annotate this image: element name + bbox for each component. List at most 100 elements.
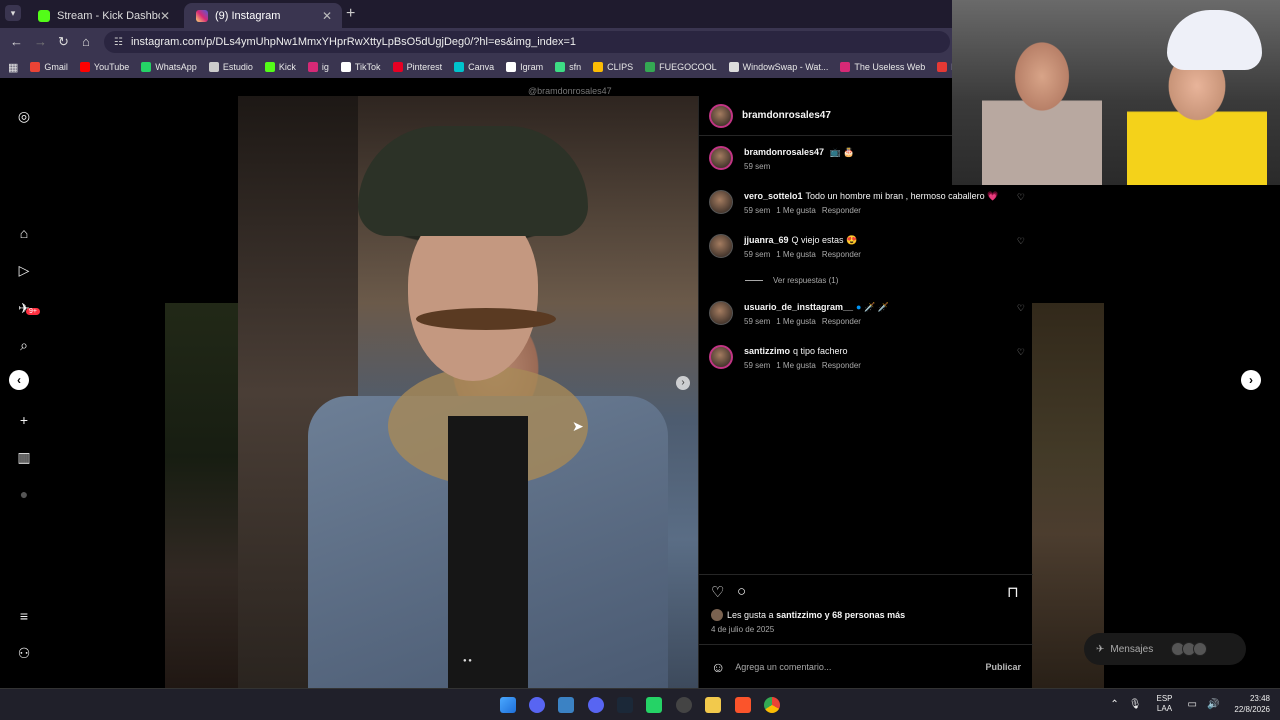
bookmark-label: TikTok: [354, 62, 381, 72]
bookmark-youtube[interactable]: YouTube: [79, 62, 130, 72]
commenter-avatar[interactable]: [709, 345, 733, 369]
file-explorer-icon[interactable]: [705, 697, 721, 713]
notification-badge: 9+: [26, 308, 40, 315]
commenter-avatar[interactable]: [709, 301, 733, 325]
author-username[interactable]: bramdonrosales47: [742, 110, 831, 121]
steam-icon[interactable]: [617, 697, 633, 713]
bookmark-ig[interactable]: ig: [307, 62, 329, 72]
bookmark-label: CLIPS: [607, 62, 634, 72]
reels-icon[interactable]: ▷: [16, 262, 32, 278]
comment-text: 🗡️ 🗡️: [864, 302, 889, 312]
tab-title: (9) Instagram: [215, 9, 281, 22]
whatsapp-icon[interactable]: [646, 697, 662, 713]
forward-arrow-icon[interactable]: →: [34, 34, 47, 49]
previous-post-button[interactable]: ‹: [9, 370, 29, 390]
tab-close-icon[interactable]: ✕: [322, 9, 332, 23]
comment-username[interactable]: bramdonrosales47: [744, 147, 824, 157]
bookmark-estudio[interactable]: Estudio: [208, 62, 253, 72]
like-comment-heart-icon[interactable]: ♡: [1017, 192, 1025, 203]
address-bar[interactable]: ☷ instagram.com/p/DLs4ymUhpNw1MmxYHprRwX…: [104, 31, 950, 53]
like-comment-heart-icon[interactable]: ♡: [1017, 347, 1025, 358]
bookmark-canva[interactable]: Canva: [454, 62, 494, 72]
also-from-meta-icon[interactable]: ⚇: [16, 645, 32, 661]
comment-username[interactable]: santizzimo: [744, 346, 790, 356]
comment-bubble-icon[interactable]: ○: [737, 583, 746, 600]
save-bookmark-icon[interactable]: ⊓: [1007, 583, 1019, 601]
view-replies-button[interactable]: Ver respuestas (1): [745, 276, 838, 285]
commenter-avatar[interactable]: [709, 190, 733, 214]
like-heart-icon[interactable]: ♡: [711, 583, 724, 601]
search-icon[interactable]: ⌕: [16, 337, 32, 353]
bookmark-whatsapp[interactable]: WhatsApp: [141, 62, 197, 72]
reply-button[interactable]: Responder: [822, 250, 861, 259]
bookmark-the-useless-web[interactable]: The Useless Web: [840, 62, 925, 72]
apps-grid-icon[interactable]: ▦: [8, 61, 18, 74]
bookmark-label: YouTube: [93, 62, 130, 72]
likes-user[interactable]: santizzimo: [776, 610, 822, 620]
home-icon[interactable]: ⌂: [82, 34, 90, 49]
show-hidden-icons-icon[interactable]: ⌃: [1110, 699, 1118, 710]
network-icon[interactable]: ▭: [1188, 699, 1197, 710]
commenter-avatar[interactable]: [709, 234, 733, 258]
bookmark-gmail[interactable]: Gmail: [30, 62, 68, 72]
bookmark-kick[interactable]: Kick: [264, 62, 296, 72]
messages-pill[interactable]: ✈ Mensajes: [1084, 633, 1246, 665]
bookmark-fuegocool[interactable]: FUEGOCOOL: [645, 62, 717, 72]
author-avatar[interactable]: [709, 103, 733, 128]
clock[interactable]: 23:48 22/8/2026: [1234, 693, 1270, 715]
tab-instagram[interactable]: (9) Instagram ✕: [184, 3, 342, 28]
comment-likes[interactable]: 1 Me gusta: [776, 317, 816, 326]
discord-icon[interactable]: [588, 697, 604, 713]
photo-next-icon[interactable]: ›: [676, 376, 690, 390]
comment-username[interactable]: vero_sottelo1: [744, 191, 803, 201]
kick-favicon-icon: [38, 9, 50, 22]
comment-input[interactable]: [735, 661, 986, 672]
comment-likes[interactable]: 1 Me gusta: [776, 206, 816, 215]
bookmark-sfn[interactable]: sfn: [555, 62, 581, 72]
likes-count[interactable]: y 68 personas más: [825, 610, 906, 620]
publish-button[interactable]: Publicar: [985, 662, 1021, 672]
brave-icon[interactable]: [735, 697, 751, 713]
verified-badge-icon: ●: [856, 302, 862, 312]
volume-icon[interactable]: 🔊: [1207, 699, 1219, 710]
more-menu-icon[interactable]: ≡: [16, 608, 32, 624]
like-comment-heart-icon[interactable]: ♡: [1017, 303, 1025, 314]
author-avatar[interactable]: [709, 146, 733, 170]
microphone-icon[interactable]: 🎙: [1129, 699, 1142, 710]
bookmark-tiktok[interactable]: TikTok: [340, 62, 381, 72]
comment-username[interactable]: jjuanra_69: [744, 235, 789, 245]
back-arrow-icon[interactable]: ←: [10, 34, 23, 49]
instagram-logo-icon[interactable]: ◎: [16, 108, 32, 124]
comment-username[interactable]: usuario_de_insttagram__: [744, 302, 853, 312]
emoji-picker-icon[interactable]: ☺: [711, 659, 725, 675]
dashboard-icon[interactable]: ▥: [16, 449, 32, 465]
next-post-button[interactable]: ›: [1241, 370, 1261, 390]
site-info-icon[interactable]: ☷: [114, 37, 123, 48]
reload-icon[interactable]: ↻: [58, 34, 69, 50]
reply-button[interactable]: Responder: [822, 361, 861, 370]
bookmark-windowswap-wat[interactable]: WindowSwap - Wat...: [728, 62, 828, 72]
tab-title: Stream - Kick Dashboard: [57, 9, 160, 22]
create-icon[interactable]: +: [16, 412, 32, 428]
obs-icon[interactable]: [676, 697, 692, 713]
home-icon[interactable]: ⌂: [16, 225, 32, 241]
profile-avatar[interactable]: ●: [16, 486, 32, 502]
language-indicator[interactable]: ESP LAA: [1156, 694, 1172, 714]
app-icon[interactable]: [529, 697, 545, 713]
reply-button[interactable]: Responder: [822, 317, 861, 326]
tab-search-button[interactable]: ▾: [5, 5, 21, 21]
reply-button[interactable]: Responder: [822, 206, 861, 215]
new-tab-button[interactable]: +: [346, 5, 355, 23]
start-menu-icon[interactable]: [500, 697, 516, 713]
chrome-icon[interactable]: [764, 697, 780, 713]
like-comment-heart-icon[interactable]: ♡: [1017, 236, 1025, 247]
bookmark-pinterest[interactable]: Pinterest: [392, 62, 442, 72]
tab-close-icon[interactable]: ✕: [160, 9, 170, 23]
comment-likes[interactable]: 1 Me gusta: [776, 250, 816, 259]
bookmark-igram[interactable]: Igram: [506, 62, 543, 72]
bookmark-clips[interactable]: CLIPS: [593, 62, 633, 72]
comment-likes[interactable]: 1 Me gusta: [776, 361, 816, 370]
bookmark-favicon-icon: [645, 62, 656, 72]
notepad-icon[interactable]: [558, 697, 574, 713]
tab-kick-dashboard[interactable]: Stream - Kick Dashboard ✕: [26, 3, 180, 28]
